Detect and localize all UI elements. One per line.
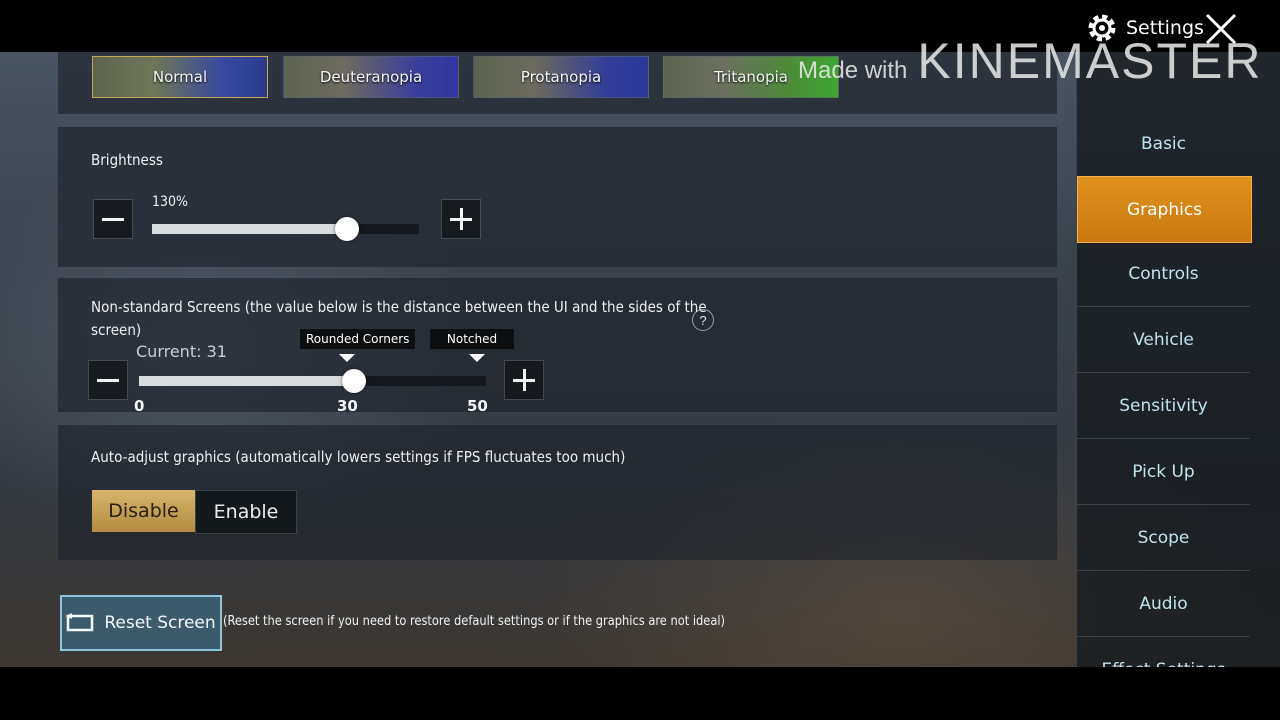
brightness-slider-track[interactable] xyxy=(152,224,419,234)
reset-screen-button[interactable]: Reset Screen xyxy=(60,595,222,651)
reset-screen-note: (Reset the screen if you need to restore… xyxy=(223,614,725,629)
game-background: Normal Deuteranopia Protanopia Tritanopi… xyxy=(0,52,1280,667)
reset-screen-icon xyxy=(66,613,94,632)
brightness-slider-knob[interactable] xyxy=(334,217,359,241)
scale-max: 50 xyxy=(467,397,488,415)
plus-icon xyxy=(459,208,463,230)
sidebar-item-pick-up[interactable]: Pick Up xyxy=(1077,439,1250,505)
rounded-corners-marker xyxy=(339,354,355,362)
sidebar-item-controls[interactable]: Controls xyxy=(1077,241,1250,307)
auto-adjust-panel: Auto-adjust graphics (automatically lowe… xyxy=(58,425,1057,560)
notched-marker xyxy=(469,354,485,362)
screens-title-line2: screen) xyxy=(91,321,142,339)
reset-screen-label: Reset Screen xyxy=(104,613,216,633)
brightness-increase-button[interactable] xyxy=(441,199,481,239)
kinemaster-watermark: Made with KINEMASTER xyxy=(798,32,1262,90)
watermark-small: Made with xyxy=(798,57,908,84)
screens-title-line1: Non-standard Screens (the value below is… xyxy=(91,298,707,316)
minus-icon xyxy=(97,378,119,382)
brightness-value: 130% xyxy=(152,194,189,210)
filter-normal[interactable]: Normal xyxy=(92,56,268,98)
sidebar-item-basic[interactable]: Basic xyxy=(1077,111,1250,177)
notched-tag: Notched xyxy=(430,329,514,349)
scale-mid: 30 xyxy=(337,397,358,415)
auto-adjust-title: Auto-adjust graphics (automatically lowe… xyxy=(91,448,626,466)
screens-current-value: Current: 31 xyxy=(136,342,227,361)
sidebar-item-scope[interactable]: Scope xyxy=(1077,505,1250,571)
brightness-panel: Brightness 130% xyxy=(58,127,1057,267)
brightness-slider-fill xyxy=(152,224,347,234)
screens-slider-fill xyxy=(139,376,355,386)
sidebar-item-effect-settings[interactable]: Effect Settings xyxy=(1077,637,1250,668)
filter-deuteranopia[interactable]: Deuteranopia xyxy=(283,56,459,98)
filter-normal-label: Normal xyxy=(152,68,208,86)
help-icon[interactable]: ? xyxy=(692,309,714,331)
screens-slider-track[interactable] xyxy=(139,376,486,386)
filter-protanopia-label: Protanopia xyxy=(520,68,602,86)
sidebar-item-graphics[interactable]: Graphics xyxy=(1077,176,1252,243)
settings-sidebar: Basic Graphics Controls Vehicle Sensitiv… xyxy=(1076,52,1280,667)
sidebar-item-vehicle[interactable]: Vehicle xyxy=(1077,307,1250,373)
brightness-title: Brightness xyxy=(91,151,163,169)
rounded-corners-tag: Rounded Corners xyxy=(300,329,416,349)
disable-button[interactable]: Disable xyxy=(92,490,195,532)
screens-slider-knob[interactable] xyxy=(342,369,367,393)
sidebar-item-sensitivity[interactable]: Sensitivity xyxy=(1077,373,1250,439)
enable-button[interactable]: Enable xyxy=(195,490,297,534)
plus-icon xyxy=(522,369,526,391)
brightness-decrease-button[interactable] xyxy=(93,199,133,239)
screens-decrease-button[interactable] xyxy=(88,360,128,400)
sidebar-item-audio[interactable]: Audio xyxy=(1077,571,1250,637)
filter-tritanopia-label: Tritanopia xyxy=(714,68,788,86)
scale-min: 0 xyxy=(134,397,145,415)
filter-protanopia[interactable]: Protanopia xyxy=(473,56,649,98)
minus-icon xyxy=(102,217,124,221)
screens-increase-button[interactable] xyxy=(504,360,544,400)
screens-panel: Non-standard Screens (the value below is… xyxy=(58,278,1057,415)
watermark-big: KINEMASTER xyxy=(917,33,1263,89)
filter-deuteranopia-label: Deuteranopia xyxy=(319,68,423,86)
